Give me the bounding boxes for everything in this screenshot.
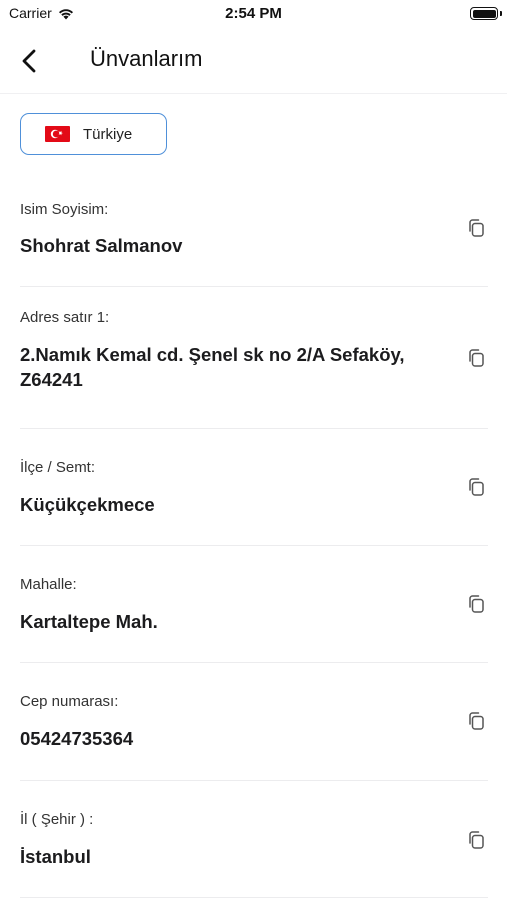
field-value: İstanbul xyxy=(20,846,91,867)
navigation-bar: Ünvanlarım xyxy=(0,34,507,94)
copy-icon xyxy=(469,478,484,496)
chevron-left-icon xyxy=(22,49,36,73)
copy-icon xyxy=(469,712,484,730)
field-value: Shohrat Salmanov xyxy=(20,235,183,256)
field-value: 2.Namık Kemal cd. Şenel sk no 2/A Sefakö… xyxy=(20,344,405,390)
field-label: Isim Soyisim: xyxy=(20,201,109,218)
battery-cap xyxy=(500,11,502,16)
battery-icon xyxy=(470,7,498,20)
field-city: İl ( Şehir ) : İstanbul xyxy=(20,781,488,898)
field-label: Mahalle: xyxy=(20,576,77,593)
page-title: Ünvanlarım xyxy=(90,46,203,71)
field-value: Küçükçekmece xyxy=(20,494,155,515)
field-district: İlçe / Semt: Küçükçekmece xyxy=(20,429,488,546)
field-label: Adres satır 1: xyxy=(20,309,110,326)
status-bar: Carrier 2:54 PM xyxy=(0,0,507,30)
copy-icon xyxy=(469,595,484,613)
copy-button[interactable] xyxy=(466,476,488,498)
copy-button[interactable] xyxy=(466,593,488,615)
copy-button[interactable] xyxy=(466,217,488,239)
field-label: İlçe / Semt: xyxy=(20,459,96,476)
turkey-flag-icon xyxy=(45,126,70,142)
copy-button[interactable] xyxy=(466,347,488,369)
field-address-line-1: Adres satır 1: 2.Namık Kemal cd. Şenel s… xyxy=(20,287,488,429)
copy-icon xyxy=(469,831,484,849)
field-label: Cep numarası: xyxy=(20,693,119,710)
address-details: Isim Soyisim: Shohrat Salmanov Adres sat… xyxy=(20,178,488,898)
field-value: 05424735364 xyxy=(20,728,134,749)
copy-button[interactable] xyxy=(466,829,488,851)
field-full-name: Isim Soyisim: Shohrat Salmanov xyxy=(20,178,488,287)
status-time: 2:54 PM xyxy=(225,5,282,22)
copy-icon xyxy=(469,349,484,367)
copy-button[interactable] xyxy=(466,710,488,732)
country-label: Türkiye xyxy=(83,125,133,143)
copy-icon xyxy=(469,219,484,237)
field-label: İl ( Şehir ) : xyxy=(20,811,94,828)
field-value: Kartaltepe Mah. xyxy=(20,611,158,632)
country-selector[interactable]: Türkiye xyxy=(20,113,167,155)
field-mobile-number: Cep numarası: 05424735364 xyxy=(20,663,488,781)
field-neighborhood: Mahalle: Kartaltepe Mah. xyxy=(20,546,488,663)
back-button[interactable] xyxy=(12,44,46,78)
